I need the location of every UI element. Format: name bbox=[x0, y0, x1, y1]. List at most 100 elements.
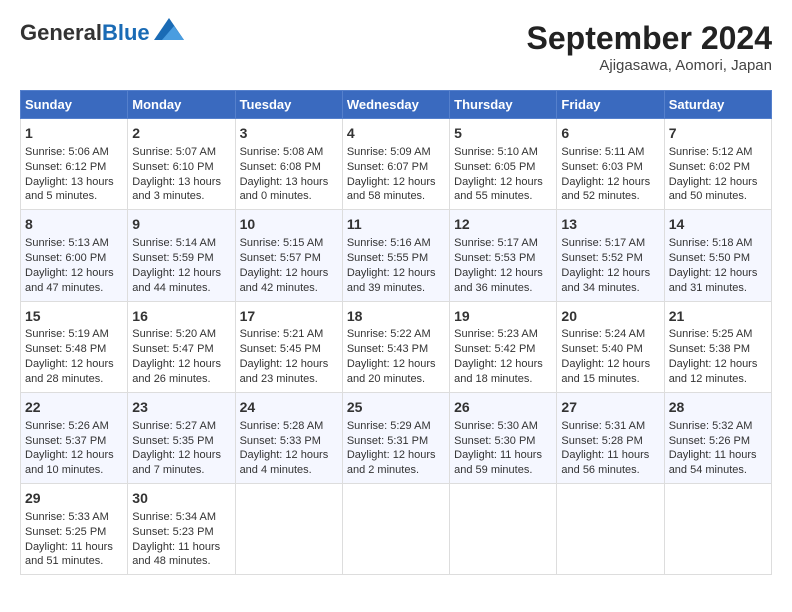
day-detail: Daylight: 12 hours bbox=[347, 448, 445, 463]
day-detail: and 54 minutes. bbox=[669, 463, 767, 478]
day-detail: Daylight: 11 hours bbox=[669, 448, 767, 463]
day-detail: and 31 minutes. bbox=[669, 281, 767, 296]
calendar-cell: 19Sunrise: 5:23 AMSunset: 5:42 PMDayligh… bbox=[450, 301, 557, 392]
calendar-cell bbox=[664, 484, 771, 575]
day-detail: Sunset: 5:43 PM bbox=[347, 342, 445, 357]
day-number: 4 bbox=[347, 124, 445, 143]
day-detail: and 56 minutes. bbox=[561, 463, 659, 478]
day-number: 23 bbox=[132, 398, 230, 417]
day-detail: and 51 minutes. bbox=[25, 554, 123, 569]
day-detail: Daylight: 12 hours bbox=[132, 448, 230, 463]
calendar-cell: 16Sunrise: 5:20 AMSunset: 5:47 PMDayligh… bbox=[128, 301, 235, 392]
day-detail: Sunset: 5:33 PM bbox=[240, 434, 338, 449]
day-detail: Daylight: 12 hours bbox=[561, 175, 659, 190]
day-detail: Daylight: 12 hours bbox=[454, 266, 552, 281]
day-detail: Sunrise: 5:30 AM bbox=[454, 419, 552, 434]
calendar-table: SundayMondayTuesdayWednesdayThursdayFrid… bbox=[20, 90, 772, 575]
calendar-cell: 18Sunrise: 5:22 AMSunset: 5:43 PMDayligh… bbox=[342, 301, 449, 392]
day-detail: Sunrise: 5:12 AM bbox=[669, 145, 767, 160]
day-detail: Sunrise: 5:06 AM bbox=[25, 145, 123, 160]
day-detail: Sunset: 5:48 PM bbox=[25, 342, 123, 357]
day-detail: Daylight: 12 hours bbox=[132, 266, 230, 281]
day-detail: and 47 minutes. bbox=[25, 281, 123, 296]
day-detail: Sunset: 5:57 PM bbox=[240, 251, 338, 266]
day-number: 26 bbox=[454, 398, 552, 417]
calendar-cell: 2Sunrise: 5:07 AMSunset: 6:10 PMDaylight… bbox=[128, 119, 235, 210]
day-detail: Sunrise: 5:19 AM bbox=[25, 327, 123, 342]
day-detail: and 55 minutes. bbox=[454, 189, 552, 204]
calendar-cell: 8Sunrise: 5:13 AMSunset: 6:00 PMDaylight… bbox=[21, 210, 128, 301]
day-number: 12 bbox=[454, 215, 552, 234]
day-detail: and 5 minutes. bbox=[25, 189, 123, 204]
day-detail: Daylight: 12 hours bbox=[561, 357, 659, 372]
calendar-week-row: 22Sunrise: 5:26 AMSunset: 5:37 PMDayligh… bbox=[21, 392, 772, 483]
calendar-cell bbox=[450, 484, 557, 575]
calendar-cell: 25Sunrise: 5:29 AMSunset: 5:31 PMDayligh… bbox=[342, 392, 449, 483]
day-detail: Sunset: 6:05 PM bbox=[454, 160, 552, 175]
day-detail: Sunset: 6:12 PM bbox=[25, 160, 123, 175]
day-detail: Daylight: 11 hours bbox=[561, 448, 659, 463]
day-detail: Daylight: 12 hours bbox=[132, 357, 230, 372]
calendar-cell: 7Sunrise: 5:12 AMSunset: 6:02 PMDaylight… bbox=[664, 119, 771, 210]
day-number: 6 bbox=[561, 124, 659, 143]
day-detail: Sunset: 5:23 PM bbox=[132, 525, 230, 540]
day-number: 9 bbox=[132, 215, 230, 234]
day-detail: Daylight: 12 hours bbox=[240, 357, 338, 372]
day-detail: Sunrise: 5:23 AM bbox=[454, 327, 552, 342]
day-detail: Sunrise: 5:26 AM bbox=[25, 419, 123, 434]
day-detail: Sunset: 6:03 PM bbox=[561, 160, 659, 175]
calendar-cell bbox=[342, 484, 449, 575]
day-detail: Sunset: 5:37 PM bbox=[25, 434, 123, 449]
calendar-cell: 6Sunrise: 5:11 AMSunset: 6:03 PMDaylight… bbox=[557, 119, 664, 210]
day-detail: and 18 minutes. bbox=[454, 372, 552, 387]
day-detail: Daylight: 11 hours bbox=[132, 540, 230, 555]
calendar-cell: 23Sunrise: 5:27 AMSunset: 5:35 PMDayligh… bbox=[128, 392, 235, 483]
day-detail: and 39 minutes. bbox=[347, 281, 445, 296]
calendar-cell: 26Sunrise: 5:30 AMSunset: 5:30 PMDayligh… bbox=[450, 392, 557, 483]
day-number: 28 bbox=[669, 398, 767, 417]
calendar-cell: 24Sunrise: 5:28 AMSunset: 5:33 PMDayligh… bbox=[235, 392, 342, 483]
day-detail: Sunrise: 5:18 AM bbox=[669, 236, 767, 251]
day-detail: and 7 minutes. bbox=[132, 463, 230, 478]
day-detail: Daylight: 11 hours bbox=[25, 540, 123, 555]
day-detail: Sunset: 5:28 PM bbox=[561, 434, 659, 449]
day-detail: Daylight: 12 hours bbox=[25, 448, 123, 463]
day-detail: Sunrise: 5:32 AM bbox=[669, 419, 767, 434]
day-detail: Daylight: 12 hours bbox=[240, 448, 338, 463]
day-number: 10 bbox=[240, 215, 338, 234]
day-detail: Daylight: 12 hours bbox=[347, 175, 445, 190]
day-number: 13 bbox=[561, 215, 659, 234]
day-detail: and 42 minutes. bbox=[240, 281, 338, 296]
day-detail: Daylight: 12 hours bbox=[561, 266, 659, 281]
day-detail: Sunset: 6:10 PM bbox=[132, 160, 230, 175]
day-detail: and 15 minutes. bbox=[561, 372, 659, 387]
calendar-cell bbox=[557, 484, 664, 575]
day-detail: Daylight: 12 hours bbox=[669, 266, 767, 281]
day-detail: Sunrise: 5:09 AM bbox=[347, 145, 445, 160]
logo-icon bbox=[154, 18, 184, 40]
calendar-cell: 4Sunrise: 5:09 AMSunset: 6:07 PMDaylight… bbox=[342, 119, 449, 210]
calendar-cell: 30Sunrise: 5:34 AMSunset: 5:23 PMDayligh… bbox=[128, 484, 235, 575]
day-number: 17 bbox=[240, 307, 338, 326]
page-header: GeneralBlue September 2024 Ajigasawa, Ao… bbox=[20, 20, 772, 74]
day-detail: and 50 minutes. bbox=[669, 189, 767, 204]
day-number: 14 bbox=[669, 215, 767, 234]
day-detail: Sunrise: 5:22 AM bbox=[347, 327, 445, 342]
day-number: 1 bbox=[25, 124, 123, 143]
day-detail: Sunset: 5:25 PM bbox=[25, 525, 123, 540]
day-detail: Sunset: 5:47 PM bbox=[132, 342, 230, 357]
day-detail: Sunrise: 5:25 AM bbox=[669, 327, 767, 342]
calendar-cell: 28Sunrise: 5:32 AMSunset: 5:26 PMDayligh… bbox=[664, 392, 771, 483]
day-detail: Daylight: 13 hours bbox=[240, 175, 338, 190]
day-detail: Daylight: 12 hours bbox=[25, 357, 123, 372]
header-sunday: Sunday bbox=[21, 91, 128, 119]
header-wednesday: Wednesday bbox=[342, 91, 449, 119]
day-detail: Sunset: 5:35 PM bbox=[132, 434, 230, 449]
day-detail: Sunrise: 5:07 AM bbox=[132, 145, 230, 160]
day-detail: Sunset: 5:50 PM bbox=[669, 251, 767, 266]
day-number: 25 bbox=[347, 398, 445, 417]
day-detail: Sunrise: 5:10 AM bbox=[454, 145, 552, 160]
day-detail: and 2 minutes. bbox=[347, 463, 445, 478]
calendar-header-row: SundayMondayTuesdayWednesdayThursdayFrid… bbox=[21, 91, 772, 119]
day-detail: Daylight: 13 hours bbox=[25, 175, 123, 190]
